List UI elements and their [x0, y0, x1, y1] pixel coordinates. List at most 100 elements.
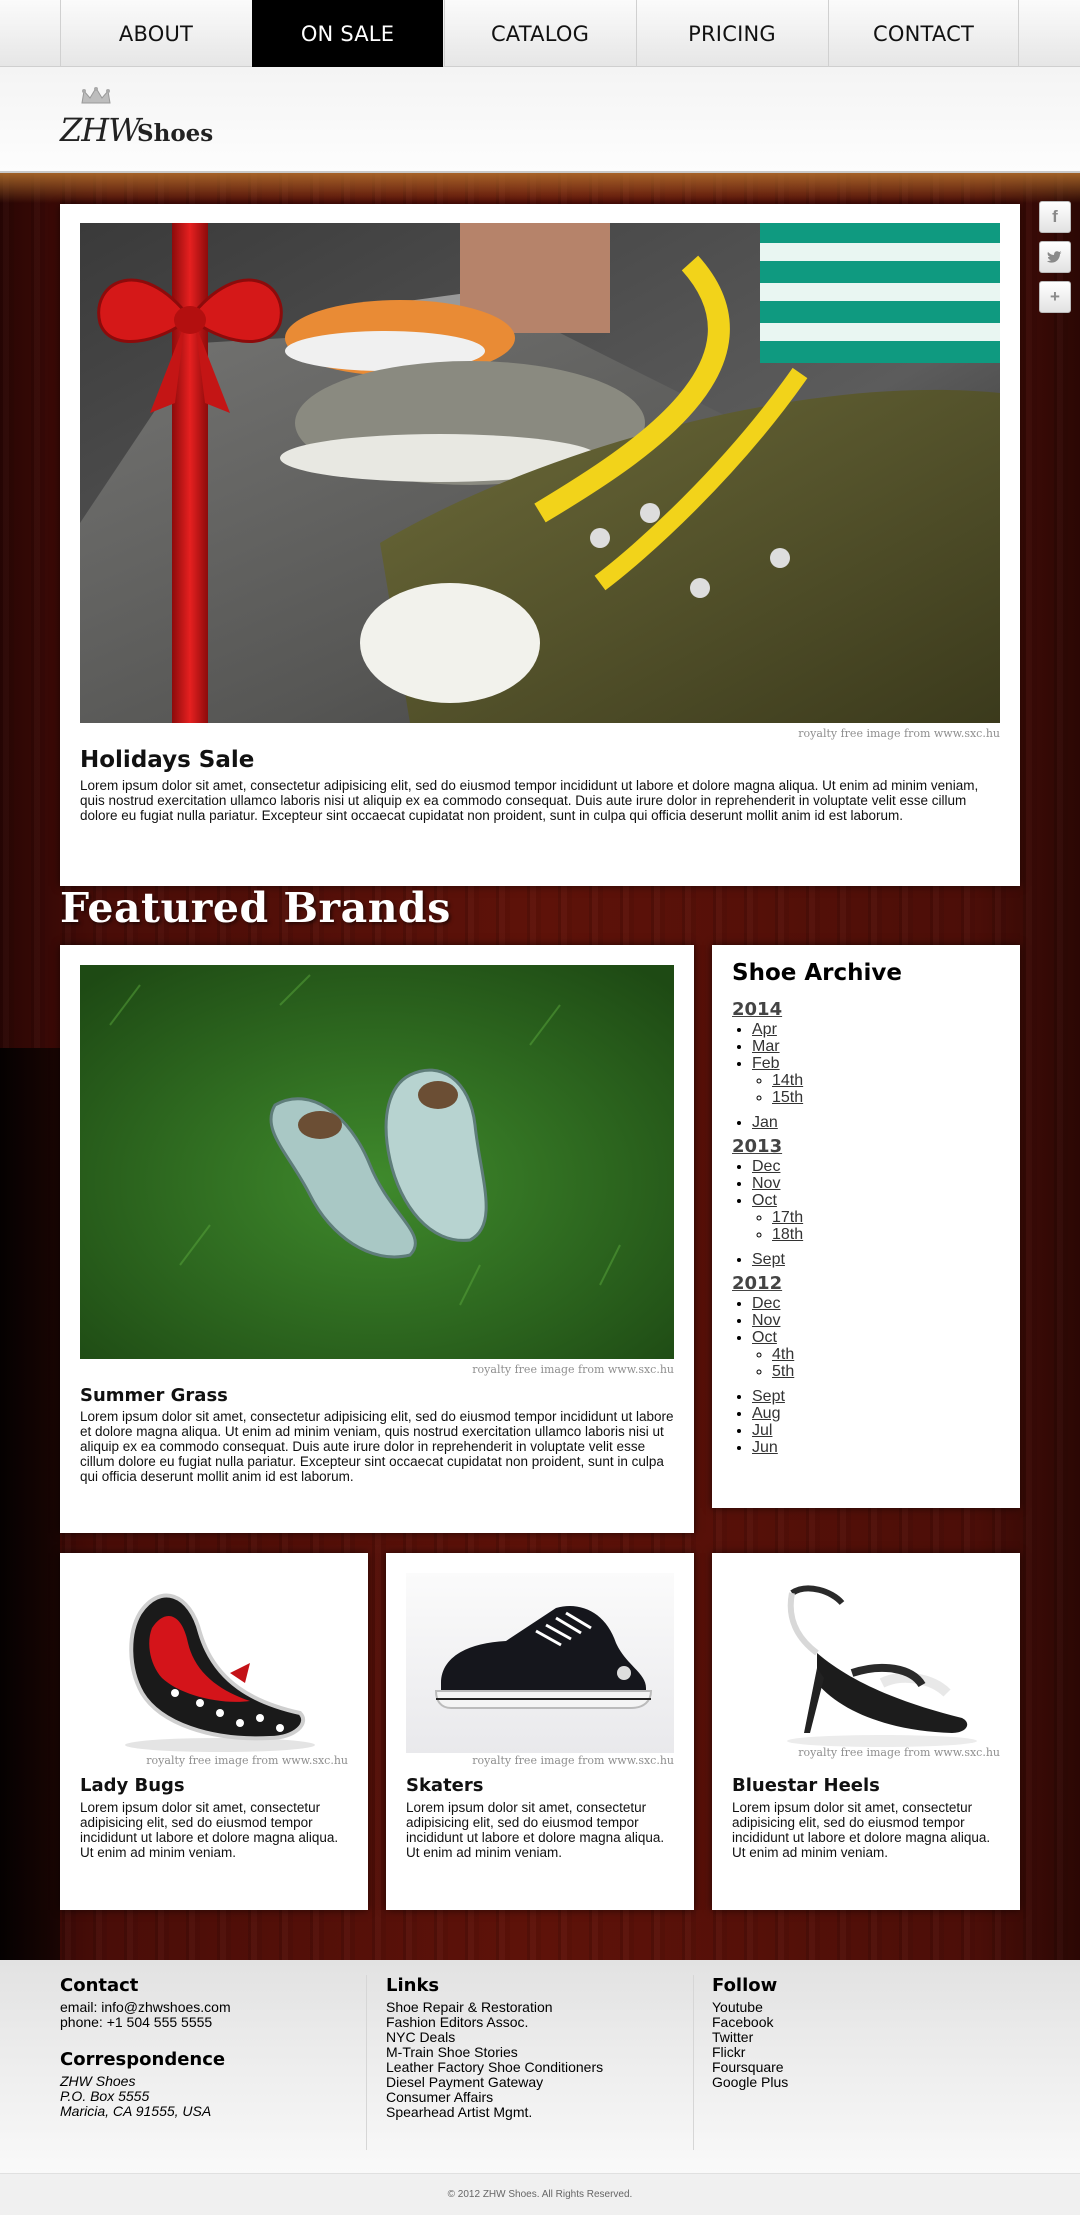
hero-title: Holidays Sale: [80, 747, 255, 773]
nav-about[interactable]: ABOUT: [60, 0, 251, 67]
image-credit: royalty free image from www.sxc.hu: [472, 1754, 674, 1767]
archive-month-link[interactable]: Oct: [752, 1329, 777, 1346]
footer-link[interactable]: Diesel Payment Gateway: [386, 2075, 676, 2090]
wood-shadow: [0, 1048, 60, 1960]
product-card-lady-bugs: royalty free image from www.sxc.hu Lady …: [60, 1553, 368, 1910]
heels-photo: [732, 1573, 1000, 1753]
footer-divider: [693, 1975, 694, 2150]
archive-list: 2014 Apr Mar Feb 14th 15th Jan 2013 Dec …: [732, 994, 992, 1457]
product-card-skaters: royalty free image from www.sxc.hu Skate…: [386, 1553, 694, 1910]
image-credit: royalty free image from www.sxc.hu: [798, 727, 1000, 740]
image-credit: royalty free image from www.sxc.hu: [146, 1754, 348, 1767]
twitter-icon[interactable]: [1039, 241, 1071, 273]
sneakers-photo: [80, 223, 1000, 723]
archive-month-link[interactable]: Dec: [752, 1295, 780, 1312]
archive-month-link[interactable]: Nov: [752, 1312, 780, 1329]
archive-day-link[interactable]: 18th: [772, 1226, 803, 1243]
footer-link[interactable]: NYC Deals: [386, 2030, 676, 2045]
archive-month-link[interactable]: Mar: [752, 1038, 780, 1055]
footer-link[interactable]: M-Train Shoe Stories: [386, 2045, 676, 2060]
nav-catalog[interactable]: CATALOG: [444, 0, 635, 67]
follow-google-plus[interactable]: Google Plus: [712, 2075, 1012, 2090]
logo-shoes: Shoes: [137, 120, 214, 147]
crown-icon: [81, 87, 111, 104]
grass-shoes-photo: [80, 965, 674, 1359]
summer-title: Summer Grass: [80, 1385, 228, 1406]
card-title: Skaters: [406, 1775, 484, 1796]
nav-contact[interactable]: CONTACT: [828, 0, 1019, 67]
archive-day-link[interactable]: 5th: [772, 1363, 794, 1380]
follow-twitter[interactable]: Twitter: [712, 2030, 1012, 2045]
skaters-image: [406, 1573, 674, 1753]
footer-links-title: Links: [386, 1975, 440, 1996]
site-logo[interactable]: ZHW Shoes: [60, 87, 220, 149]
card-title: Lady Bugs: [80, 1775, 185, 1796]
archive-month-link[interactable]: Nov: [752, 1175, 780, 1192]
follow-flickr[interactable]: Flickr: [712, 2045, 1012, 2060]
archive-title: Shoe Archive: [732, 960, 902, 986]
nav-pricing[interactable]: PRICING: [636, 0, 827, 67]
ladybug-shoes-photo: [80, 1573, 348, 1753]
image-credit: royalty free image from www.sxc.hu: [798, 1746, 1000, 1759]
featured-brands-heading: Featured Brands: [60, 884, 451, 932]
archive-day-link[interactable]: 14th: [772, 1072, 803, 1089]
footer-address-line: P.O. Box 5555: [60, 2088, 150, 2104]
footer-correspondence-title: Correspondence: [60, 2049, 226, 2070]
footer-follow: Follow Youtube Facebook Twitter Flickr F…: [712, 1975, 1012, 2150]
archive-month-link[interactable]: Jun: [752, 1439, 778, 1456]
summer-grass-panel: royalty free image from www.sxc.hu Summe…: [60, 945, 694, 1533]
footer-phone: phone: +1 504 555 5555: [60, 2014, 213, 2030]
nav-on-sale[interactable]: ON SALE: [252, 0, 443, 67]
site-header: ZHW Shoes: [0, 67, 1080, 173]
archive-month-link[interactable]: Sept: [752, 1251, 785, 1268]
footer-follow-title: Follow: [712, 1975, 778, 1996]
summer-grass-image: [80, 965, 674, 1359]
archive-month-link[interactable]: Apr: [752, 1021, 777, 1038]
main-nav: ABOUT ON SALE CATALOG PRICING CONTACT: [0, 0, 1080, 67]
facebook-icon[interactable]: f: [1039, 201, 1071, 233]
follow-youtube[interactable]: Youtube: [712, 2000, 1012, 2015]
archive-month-link[interactable]: Jul: [752, 1422, 772, 1439]
hero-image: [80, 223, 1000, 723]
footer-contact: Contact email: info@zhwshoes.com phone: …: [60, 1975, 350, 2150]
plus-icon[interactable]: +: [1039, 281, 1071, 313]
bird-icon: [1047, 251, 1062, 263]
archive-year-2014[interactable]: 2014: [732, 1001, 992, 1019]
copyright: © 2012 ZHW Shoes. All Rights Reserved.: [0, 2173, 1080, 2215]
follow-facebook[interactable]: Facebook: [712, 2015, 1012, 2030]
hero-panel: royalty free image from www.sxc.hu Holid…: [60, 204, 1020, 886]
bluestar-heels-image: [732, 1573, 1000, 1753]
archive-year-2013[interactable]: 2013: [732, 1138, 992, 1156]
card-text: Lorem ipsum dolor sit amet, consectetur …: [732, 1800, 991, 1860]
footer-link[interactable]: Spearhead Artist Mgmt.: [386, 2105, 676, 2120]
footer-email[interactable]: email: info@zhwshoes.com: [60, 2000, 350, 2015]
archive-month-link[interactable]: Aug: [752, 1405, 780, 1422]
logo-zhw: ZHW: [60, 111, 141, 149]
archive-day-link[interactable]: 15th: [772, 1089, 803, 1106]
card-text: Lorem ipsum dolor sit amet, consectetur …: [406, 1800, 665, 1860]
archive-month-link[interactable]: Sept: [752, 1388, 785, 1405]
footer-link[interactable]: Leather Factory Shoe Conditioners: [386, 2060, 676, 2075]
follow-foursquare[interactable]: Foursquare: [712, 2060, 1012, 2075]
sneaker-photo: [406, 1573, 674, 1753]
archive-month-link[interactable]: Oct: [752, 1192, 777, 1209]
footer-address-line: ZHW Shoes: [60, 2073, 136, 2089]
footer-links: Links Shoe Repair & Restoration Fashion …: [386, 1975, 676, 2150]
archive-month-link[interactable]: Jan: [752, 1114, 778, 1131]
image-credit: royalty free image from www.sxc.hu: [472, 1363, 674, 1376]
footer-address-line: Maricia, CA 91555, USA: [60, 2103, 212, 2119]
archive-day-link[interactable]: 4th: [772, 1346, 794, 1363]
card-title: Bluestar Heels: [732, 1775, 880, 1796]
archive-month-link[interactable]: Feb: [752, 1055, 780, 1072]
footer-link[interactable]: Fashion Editors Assoc.: [386, 2015, 676, 2030]
footer-link[interactable]: Shoe Repair & Restoration: [386, 2000, 676, 2015]
wood-highlight: [0, 173, 1080, 203]
footer-link[interactable]: Consumer Affairs: [386, 2090, 676, 2105]
archive-year-2012[interactable]: 2012: [732, 1275, 992, 1293]
product-card-bluestar-heels: royalty free image from www.sxc.hu Blues…: [712, 1553, 1020, 1910]
footer-contact-title: Contact: [60, 1975, 139, 1996]
footer-divider: [366, 1975, 367, 2150]
archive-month-link[interactable]: Dec: [752, 1158, 780, 1175]
summer-text: Lorem ipsum dolor sit amet, consectetur …: [80, 1409, 674, 1484]
archive-day-link[interactable]: 17th: [772, 1209, 803, 1226]
